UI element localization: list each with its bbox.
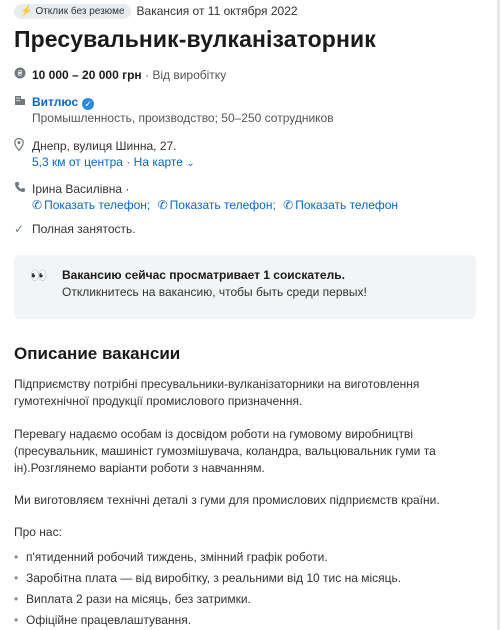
map-pin-icon (14, 137, 32, 155)
phone-icon: ✆ (283, 198, 294, 212)
alert-title: Вакансию сейчас просматривает 1 соискате… (62, 268, 345, 282)
list-item: • Офіційне працевлаштування. (14, 610, 474, 630)
salary-amount: 10 000 – 20 000 грн (32, 68, 142, 82)
show-phone-label: Показать телефон (295, 198, 399, 212)
show-phone-link-1[interactable]: ✆ Показать телефон; (32, 198, 152, 212)
description-paragraph: Підприємству потрібні пресувальники-вулк… (14, 377, 420, 408)
description-paragraph: Ми виготовляєм технічні деталі з гуми дл… (14, 493, 440, 507)
building-icon (14, 94, 32, 110)
svg-text:₴: ₴ (18, 69, 23, 78)
vacancy-title: Пресувальник-вулканізаторник (14, 26, 376, 52)
location-separator: · (122, 155, 134, 169)
show-phone-link-2[interactable]: ✆ Показать телефон; (158, 198, 278, 212)
phone-icon (14, 181, 32, 197)
address: Днепр, вулиця Шинна, 27. (32, 139, 177, 153)
vacancy-page: ⚡ Отклик без резюме Вакансия от 11 октяб… (0, 0, 500, 630)
list-item-text: Офіційне працевлаштування. (26, 613, 192, 627)
list-item: • Заробітна плата — від виробітку, з реал… (14, 568, 474, 589)
list-item: • Виплата 2 рази на місяць, без затримки. (14, 589, 474, 610)
phone-icon: ✆ (32, 198, 43, 212)
description-paragraph: Про нас: (14, 525, 62, 539)
list-item-text: Заробітна плата — від виробітку, з реаль… (26, 571, 402, 585)
phone-icon: ✆ (157, 198, 168, 212)
check-icon: ✓ (14, 222, 25, 236)
list-item-text: Виплата 2 рази на місяць, без затримки. (26, 592, 251, 606)
currency-icon: ₴ (14, 67, 32, 83)
company-link[interactable]: Витлюс (32, 95, 78, 109)
map-link[interactable]: На карте (134, 155, 183, 169)
location-row: Днепр, вулиця Шинна, 27. 5,3 км от центр… (14, 137, 195, 172)
show-phone-label: Показать телефон; (44, 198, 151, 212)
vacancy-meta-row: ⚡ Отклик без резюме Вакансия от 11 октяб… (14, 2, 298, 20)
verified-icon: ✓ (82, 98, 95, 110)
show-phone-link-3[interactable]: ✆ Показать телефон (283, 198, 400, 212)
show-phone-label: Показать телефон; (169, 198, 276, 212)
salary-row: ₴ 10 000 – 20 000 грн · Від виробітку (14, 67, 226, 83)
posted-date: Вакансия от 11 октября 2022 (136, 4, 298, 18)
alert-subtitle: Откликнитесь на вакансию, чтобы быть сре… (62, 285, 367, 299)
list-item: • п'ятиденний робочий тиждень, змінний гр… (14, 547, 474, 568)
eyes-icon: 👀 (30, 267, 47, 283)
no-resume-badge: ⚡ Отклик без резюме (14, 3, 131, 19)
contact-name: Ірина Василівна · (32, 182, 130, 196)
benefits-list: • п'ятиденний робочий тиждень, змінний гр… (14, 547, 474, 630)
phone-links: ✆ Показать телефон; ✆ Показать телефон; ✆ П… (32, 198, 402, 212)
chevron-down-icon[interactable]: ⌄ (186, 158, 194, 169)
description-heading: Описание вакансии (14, 344, 181, 363)
list-item-text: п'ятиденний робочий тиждень, змінний гра… (26, 550, 328, 564)
company-row: Витлюс ✓ Промышленность, производство; 50… (14, 94, 334, 126)
employment-row: ✓ Полная занятость. (14, 221, 136, 237)
contact-row: Ірина Василівна · ✆ Показать телефон; ✆ По… (14, 181, 402, 213)
badge-label: Отклик без резюме (35, 5, 125, 17)
description-paragraph: Перевагу надаємо особам із досвідом робо… (14, 427, 436, 475)
lightning-icon: ⚡ (20, 5, 33, 17)
company-details: Промышленность, производство; 50–250 сот… (32, 111, 334, 125)
viewers-alert: 👀 Вакансию сейчас просматривает 1 соиска… (14, 255, 476, 319)
employment-type: Полная занятость. (32, 222, 136, 236)
salary-note: · Від виробітку (141, 68, 227, 82)
distance-link[interactable]: 5,3 км от центра (32, 155, 123, 169)
